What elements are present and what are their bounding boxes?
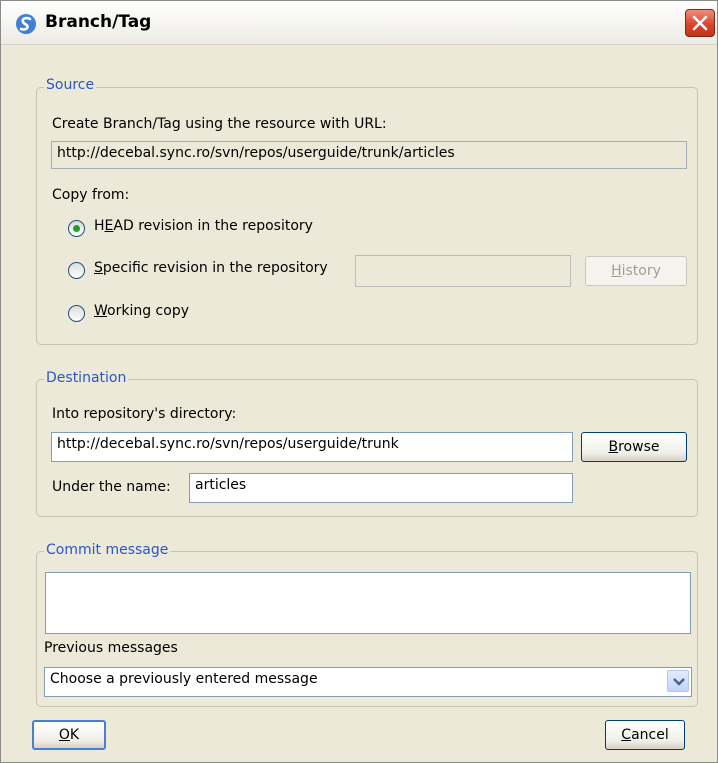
previous-messages-label: Previous messages — [44, 640, 178, 656]
syncro-s-icon — [16, 14, 36, 34]
specific-revision-label[interactable]: Specific revision in the repository — [94, 260, 328, 276]
url-prompt-label: Create Branch/Tag using the resource wit… — [52, 116, 387, 132]
destination-group-label: Destination — [44, 370, 129, 386]
copy-from-label: Copy from: — [52, 187, 130, 203]
branch-tag-dialog: Branch/Tag Source Create Branch/Tag usin… — [0, 0, 718, 763]
title-bar[interactable]: Branch/Tag — [1, 1, 717, 45]
specific-revision-radio[interactable] — [68, 262, 85, 279]
cancel-button[interactable]: Cancel — [605, 720, 685, 750]
dropdown-arrow-button[interactable] — [667, 670, 689, 692]
commit-message-group-label: Commit message — [44, 542, 171, 558]
dir-prompt-label: Into repository's directory: — [52, 406, 237, 422]
source-group-label: Source — [44, 77, 97, 93]
ok-button[interactable]: OK — [32, 720, 106, 750]
previous-messages-dropdown[interactable]: Choose a previously entered message — [44, 667, 692, 697]
repository-directory-field[interactable]: http://decebal.sync.ro/svn/repos/usergui… — [51, 432, 573, 462]
commit-message-textarea[interactable] — [45, 572, 691, 634]
working-copy-radio[interactable] — [68, 305, 85, 322]
branch-name-field[interactable]: articles — [189, 473, 573, 503]
source-url-field[interactable]: http://decebal.sync.ro/svn/repos/usergui… — [51, 141, 687, 169]
close-button[interactable] — [685, 9, 715, 37]
head-revision-label[interactable]: HEAD revision in the repository — [94, 218, 313, 234]
previous-messages-selected: Choose a previously entered message — [50, 671, 318, 687]
chevron-down-icon — [673, 678, 685, 686]
browse-button[interactable]: Browse — [581, 432, 687, 462]
close-icon — [692, 15, 708, 31]
history-button[interactable]: History — [585, 256, 687, 286]
under-the-name-label: Under the name: — [52, 479, 171, 495]
working-copy-label[interactable]: Working copy — [94, 303, 189, 319]
revision-number-field[interactable] — [355, 255, 571, 287]
dialog-title: Branch/Tag — [45, 12, 152, 32]
head-revision-radio[interactable] — [68, 220, 85, 237]
